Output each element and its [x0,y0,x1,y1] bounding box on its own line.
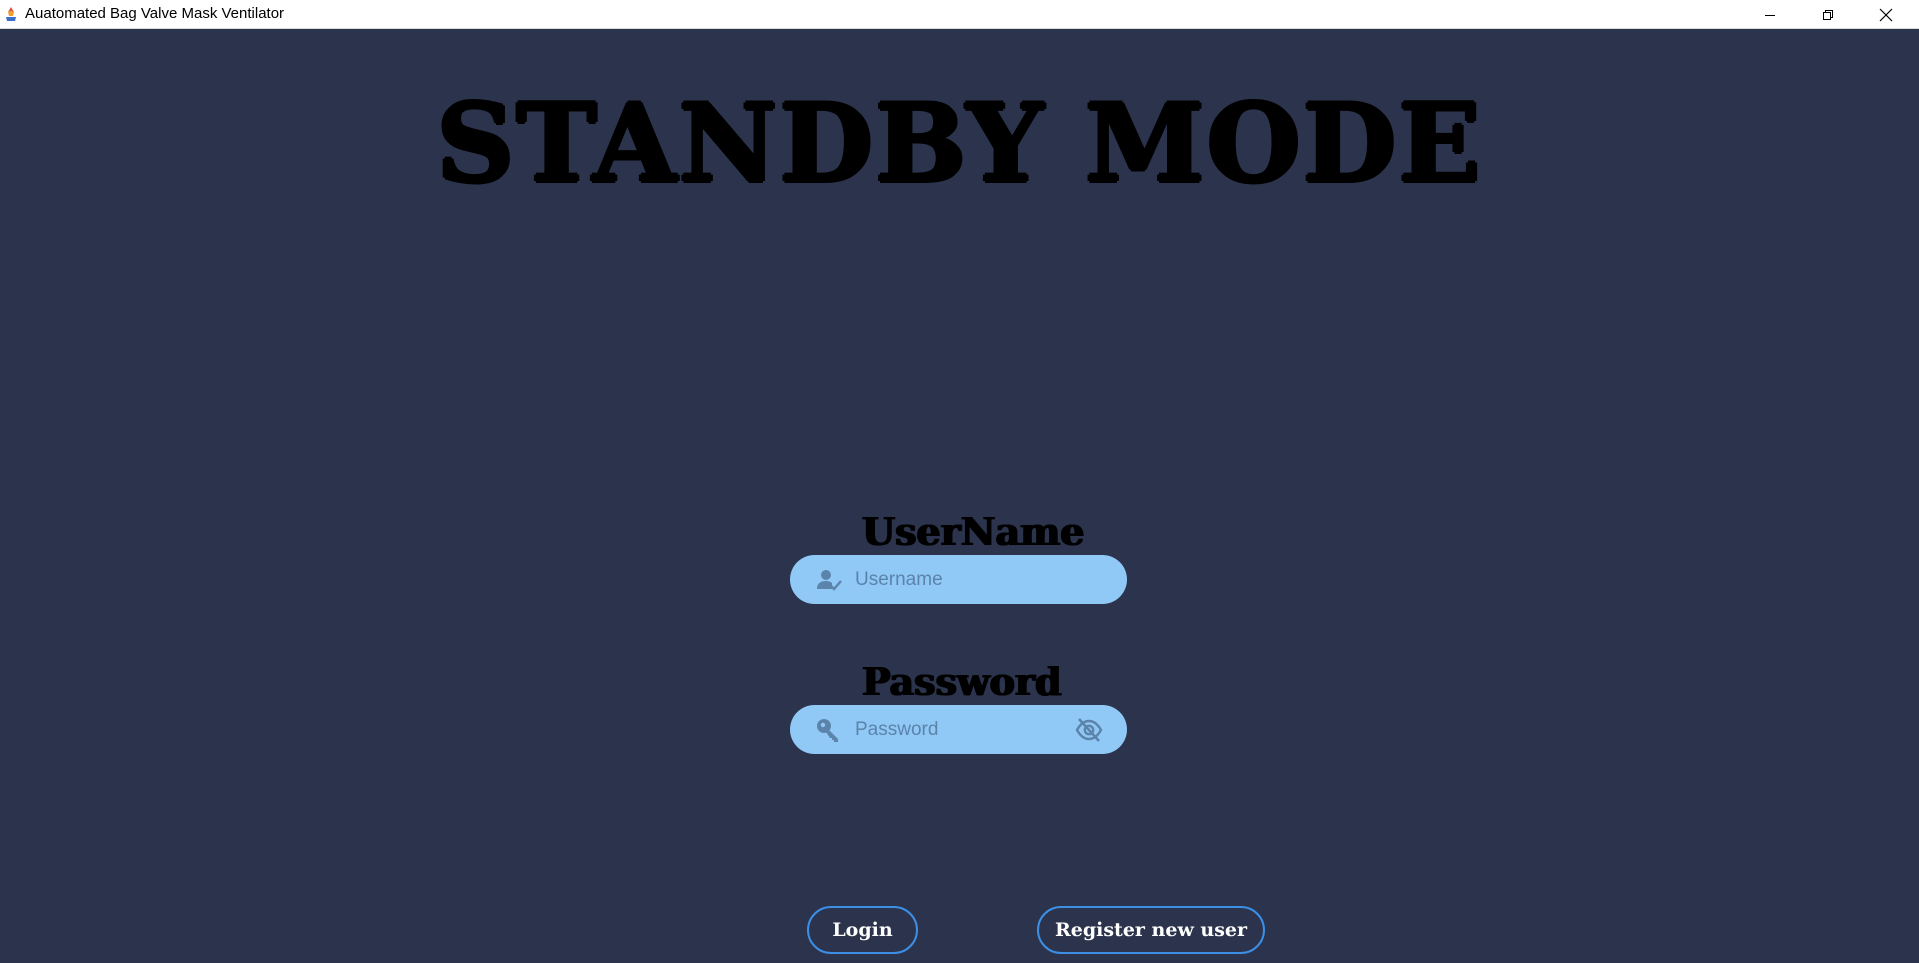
username-input[interactable] [855,555,1075,604]
close-button[interactable] [1857,0,1915,29]
user-check-icon [817,570,842,591]
app-icon [6,7,16,21]
register-button[interactable]: Register new user [1037,906,1265,954]
password-input[interactable] [855,705,1075,754]
app-window: Auatomated Bag Valve Mask Ventilator STA… [0,0,1919,963]
close-icon [1879,8,1893,21]
restore-icon [1823,9,1833,20]
eye-off-icon[interactable] [1075,717,1103,743]
window-title: Auatomated Bag Valve Mask Ventilator [25,5,285,22]
username-label: UserName [862,509,1085,554]
key-icon [817,719,838,742]
main-content: STANDBY MODE UserName Password [0,29,1919,963]
minimize-icon [1765,14,1775,16]
username-field[interactable] [790,555,1127,604]
minimize-button[interactable] [1741,0,1799,29]
mode-title: STANDBY MODE [436,81,1483,207]
restore-button[interactable] [1799,0,1857,29]
title-bar[interactable]: Auatomated Bag Valve Mask Ventilator [0,0,1919,29]
login-button[interactable]: Login [807,906,918,954]
password-label: Password [862,659,1062,704]
password-field[interactable] [790,705,1127,754]
